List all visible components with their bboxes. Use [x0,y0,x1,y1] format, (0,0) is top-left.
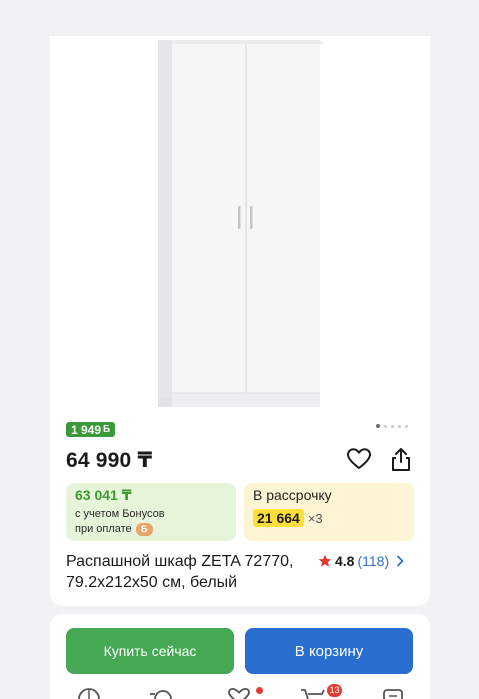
product-image[interactable] [154,38,330,413]
bonus-price: 63 041 ₸ [75,487,132,503]
favorites-indicator [256,687,263,694]
buy-now-button[interactable]: Купить сейчас [66,628,234,674]
installment-multiplier: ×3 [307,510,323,526]
bonus-note: с учетом Бонусов при оплате Б [75,507,227,537]
bonus-offer[interactable]: 63 041 ₸ с учетом Бонусов при оплате Б [66,483,236,541]
product-title: Распашной шкаф ZETA 72770, [66,553,294,570]
heart-icon[interactable] [346,447,372,471]
share-icon[interactable] [388,446,414,472]
catalog-tab-icon[interactable] [76,686,102,699]
cart-tab-icon[interactable] [300,686,326,699]
add-to-cart-button[interactable]: В корзину [245,628,413,674]
installment-amount: 21 664 [253,509,304,527]
pager-dot [384,424,387,428]
pager-dot [405,424,408,428]
profile-tab-icon[interactable] [380,686,406,699]
installment-label: В рассрочку [253,487,332,503]
product-card: 1 949 Б 64 990 ₸ 63 041 ₸ с учетом Бонус… [50,0,430,606]
pager-dot [391,424,394,428]
bonus-coin-icon: Б [135,522,153,536]
star-icon [318,554,332,567]
review-count: (118) [357,553,390,569]
pager-dot [398,424,401,428]
rating-value: 4.8 [335,553,355,569]
bonus-badge: 1 949 Б [66,422,116,437]
bottom-tabbar [0,686,479,699]
chevron-right-icon [397,555,404,567]
rating-link[interactable]: 4.8 (118) [318,553,405,569]
bonus-note-line: с учетом Бонусов [75,508,165,520]
search-tab-icon[interactable] [148,686,174,699]
bonus-badge-amount: 1 949 [71,422,102,437]
favorites-tab-icon[interactable] [226,686,252,699]
product-title-specs: 79.2x212x50 см, белый [66,574,238,591]
product-price: 64 990 ₸ [66,449,153,472]
gallery-pager[interactable] [376,424,408,428]
bonus-note-line: при оплате [75,523,132,535]
pager-dot [376,424,380,428]
bonus-coin-icon: Б [103,424,111,435]
installment-offer[interactable]: В рассрочку 21 664 ×3 [244,483,414,541]
cart-count-badge: 13 [327,684,342,697]
